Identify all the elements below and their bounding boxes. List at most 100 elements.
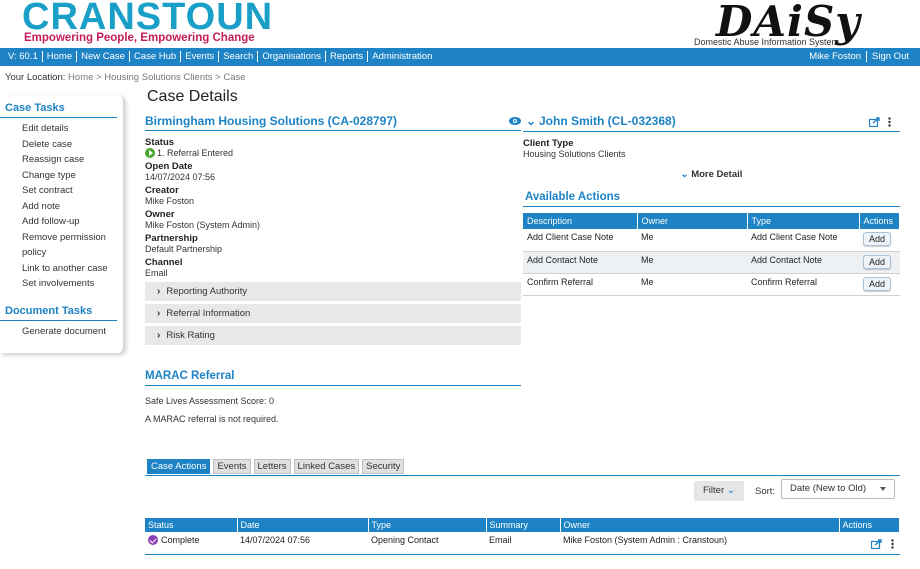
- tab-security[interactable]: Security: [362, 459, 405, 474]
- section-risk-rating[interactable]: › Risk Rating: [145, 326, 521, 345]
- owner-label: Owner: [145, 209, 175, 220]
- case-tabs: Case Actions Events Letters Linked Cases…: [147, 459, 407, 474]
- chevron-down-icon[interactable]: ⌄: [526, 114, 536, 128]
- more-options-icon[interactable]: [888, 117, 891, 127]
- status-value: 1. Referral Entered: [145, 148, 521, 158]
- task-remove-permission[interactable]: Remove permission: [0, 230, 123, 246]
- task-add-follow-up[interactable]: Add follow-up: [0, 214, 123, 230]
- case-heading-text: Birmingham Housing Solutions (CA-028797): [145, 114, 398, 128]
- sign-out-link[interactable]: Sign Out: [866, 51, 914, 62]
- nav-case-hub[interactable]: Case Hub: [130, 51, 182, 62]
- marac-panel: MARAC Referral Safe Lives Assessment Sco…: [145, 370, 521, 424]
- action-owner: Me: [637, 229, 747, 252]
- breadcrumb: Your Location: Home > Housing Solutions …: [5, 72, 246, 83]
- event-type: Opening Contact: [368, 532, 486, 555]
- more-detail-toggle[interactable]: ⌄ More Detail: [523, 169, 900, 180]
- marac-title: MARAC Referral: [145, 370, 521, 386]
- breadcrumb-home[interactable]: Home: [68, 72, 93, 83]
- status-label: Status: [145, 137, 175, 148]
- share-icon[interactable]: [869, 117, 880, 127]
- share-icon[interactable]: [870, 538, 882, 549]
- action-type: Confirm Referral: [747, 273, 859, 296]
- section-label: Referral Information: [166, 308, 251, 319]
- open-date-label: Open Date: [145, 161, 193, 172]
- owner-value: Mike Foston (System Admin): [145, 220, 261, 230]
- add-button[interactable]: Add: [863, 276, 892, 291]
- tabs-divider: [145, 475, 900, 476]
- col-actions: Actions: [859, 213, 900, 229]
- more-options-icon[interactable]: [890, 538, 894, 549]
- add-button[interactable]: Add: [863, 254, 892, 269]
- nav-reports[interactable]: Reports: [326, 51, 369, 62]
- document-tasks-title: Document Tasks: [0, 298, 117, 321]
- table-row: Add Client Case Note Me Add Client Case …: [523, 229, 900, 252]
- marac-note: A MARAC referral is not required.: [145, 414, 279, 424]
- nav-events[interactable]: Events: [181, 51, 220, 62]
- open-date-value: 14/07/2024 07:56: [145, 172, 216, 182]
- task-change-type[interactable]: Change type: [0, 168, 123, 184]
- page-title: Case Details: [147, 88, 238, 105]
- tab-events[interactable]: Events: [213, 459, 251, 474]
- task-remove-permission-policy[interactable]: policy: [0, 245, 123, 261]
- tab-linked-cases[interactable]: Linked Cases: [293, 459, 360, 474]
- breadcrumb-clients[interactable]: Housing Solutions Clients: [104, 72, 212, 83]
- case-heading: Birmingham Housing Solutions (CA-028797): [145, 114, 521, 131]
- partnership-label: Partnership: [145, 233, 198, 244]
- partnership-value: Default Partnership: [145, 244, 223, 254]
- client-heading: ⌄ John Smith (CL-032368): [523, 114, 900, 132]
- nav-new-case[interactable]: New Case: [77, 51, 130, 62]
- task-sidebar: Case Tasks Edit details Delete case Reas…: [0, 95, 124, 353]
- event-summary: Email: [486, 532, 560, 555]
- col-date: Date: [237, 518, 369, 532]
- table-row: Confirm Referral Me Confirm Referral Add: [523, 273, 900, 296]
- tab-case-actions[interactable]: Case Actions: [147, 459, 211, 474]
- section-label: Reporting Authority: [166, 286, 248, 297]
- col-actions: Actions: [839, 518, 900, 532]
- dropdown-arrow-icon: [880, 487, 886, 491]
- sort-select[interactable]: Date (New to Old): [781, 479, 895, 499]
- action-description: Add Client Case Note: [523, 229, 637, 252]
- filter-label: Filter: [703, 485, 725, 496]
- task-reassign-case[interactable]: Reassign case: [0, 152, 123, 168]
- client-panel: ⌄ John Smith (CL-032368) Client Type Hou…: [523, 114, 900, 296]
- col-type: Type: [368, 518, 487, 532]
- cranstoun-tagline: Empowering People, Empowering Change: [24, 32, 255, 44]
- status-play-icon: [145, 148, 155, 158]
- col-owner: Owner: [560, 518, 840, 532]
- task-generate-document[interactable]: Generate document: [0, 324, 123, 340]
- nav-home[interactable]: Home: [43, 51, 78, 62]
- task-set-contract[interactable]: Set contract: [0, 183, 123, 199]
- nav-search[interactable]: Search: [219, 51, 259, 62]
- user-name-link[interactable]: Mike Foston: [804, 51, 866, 62]
- breadcrumb-case: Case: [223, 72, 246, 83]
- event-actions: [839, 532, 900, 555]
- chevron-down-icon: ⌄: [680, 169, 689, 180]
- client-heading-text[interactable]: John Smith (CL-032368): [539, 114, 676, 128]
- task-edit-details[interactable]: Edit details: [0, 121, 123, 137]
- tab-letters[interactable]: Letters: [253, 459, 291, 474]
- app-header: CRANSTOUN Empowering People, Empowering …: [0, 0, 920, 48]
- task-add-note[interactable]: Add note: [0, 199, 123, 215]
- nav-administration[interactable]: Administration: [368, 51, 436, 62]
- eye-icon[interactable]: [509, 117, 521, 125]
- nav-organisations[interactable]: Organisations: [258, 51, 326, 62]
- cranstoun-logo[interactable]: CRANSTOUN: [22, 0, 273, 36]
- check-circle-icon: [148, 535, 158, 545]
- section-referral-information[interactable]: › Referral Information: [145, 304, 521, 323]
- chevron-right-icon: ›: [157, 308, 161, 319]
- task-set-involvements[interactable]: Set involvements: [0, 276, 123, 292]
- section-reporting-authority[interactable]: › Reporting Authority: [145, 282, 521, 301]
- task-link-case[interactable]: Link to another case: [0, 261, 123, 277]
- col-status: Status: [145, 518, 238, 532]
- client-type-label: Client Type: [523, 138, 574, 149]
- table-row: Add Contact Note Me Add Contact Note Add: [523, 251, 900, 274]
- breadcrumb-separator: >: [215, 72, 221, 83]
- table-row[interactable]: Complete 14/07/2024 07:56 Opening Contac…: [145, 532, 900, 555]
- more-detail-label: More Detail: [691, 169, 743, 180]
- breadcrumb-label: Your Location:: [5, 72, 66, 83]
- channel-value: Email: [145, 268, 168, 278]
- channel-label: Channel: [145, 257, 183, 268]
- add-button[interactable]: Add: [863, 232, 892, 246]
- task-delete-case[interactable]: Delete case: [0, 137, 123, 153]
- filter-button[interactable]: Filter ⌄: [694, 481, 744, 501]
